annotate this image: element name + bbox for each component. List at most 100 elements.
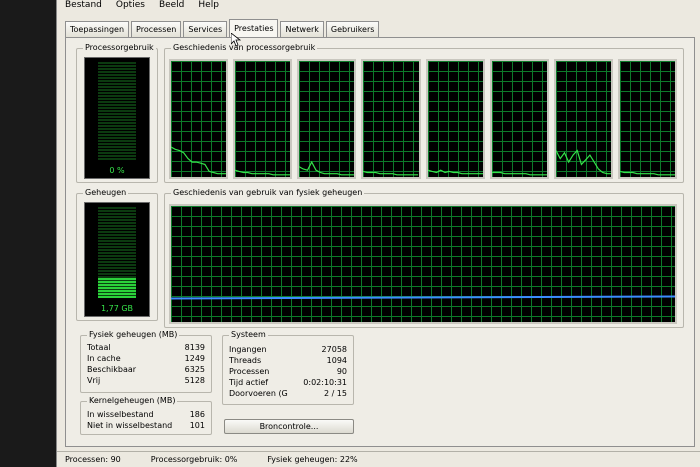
cpu-core-line [235, 169, 291, 176]
menu-beeld[interactable]: Beeld [159, 0, 184, 12]
cpu-core-line [171, 146, 227, 175]
row-value: 27058 [321, 345, 347, 354]
status-cpu: Processorgebruik: 0% [150, 455, 238, 464]
row-value: 2 / 15 [323, 389, 347, 398]
performance-panel: Processorgebruik 0 % Geschiedenis van pr… [65, 37, 695, 447]
cpu-usage-value: 0 % [109, 166, 125, 175]
cpu-core-line [491, 171, 547, 176]
row-label: Totaal [87, 343, 111, 352]
cpu-core-trace [619, 170, 675, 176]
cpu-core-graph [361, 59, 421, 179]
resource-monitor-button[interactable]: Broncontrole... [224, 419, 354, 434]
menu-bestand[interactable]: Bestand [65, 0, 102, 12]
row-value: 8139 [184, 343, 205, 352]
row-label: Vrij [87, 376, 101, 385]
cpu-core-graph [233, 59, 293, 179]
row-label: Doorvoeren (G [229, 389, 288, 398]
cpu-meter-bars [98, 62, 136, 160]
mouse-cursor-icon [231, 33, 241, 47]
physical-memory-row-total: Totaal 8139 [87, 343, 205, 353]
row-value: 5128 [184, 376, 205, 385]
row-value: 1094 [326, 356, 347, 365]
memory-group: Geheugen 1,77 GB [76, 188, 158, 321]
row-label: Ingangen [229, 345, 267, 354]
row-label: In wisselbestand [87, 410, 154, 419]
system-row-processes: Processen 90 [229, 367, 347, 377]
row-value: 90 [336, 367, 347, 376]
cpu-usage-meter: 0 % [84, 57, 150, 179]
cpu-core-trace [491, 171, 547, 176]
tab-processen[interactable]: Processen [131, 21, 182, 37]
system-row-handles: Ingangen 27058 [229, 345, 347, 355]
memory-history-group: Geschiedenis van gebruik van fysiek gehe… [164, 188, 684, 328]
memory-meter: 1,77 GB [84, 202, 150, 317]
tab-gebruikers[interactable]: Gebruikers [325, 21, 380, 37]
physical-memory-row-cache: In cache 1249 [87, 354, 205, 364]
physical-memory-row-available: Beschikbaar 6325 [87, 365, 205, 375]
tab-toepassingen[interactable]: Toepassingen [65, 21, 130, 37]
menu-bar: Bestand Opties Beeld Help [57, 0, 700, 12]
kernel-memory-row-paged: In wisselbestand 186 [87, 410, 205, 420]
system-group: Systeem Ingangen 27058 Threads 1094 Proc… [222, 330, 354, 405]
kernel-memory-row-nonpaged: Niet in wisselbestand 101 [87, 421, 205, 431]
cpu-core-trace [171, 146, 227, 175]
memory-value: 1,77 GB [100, 304, 134, 313]
kernel-memory-group: Kernelgeheugen (MB) In wisselbestand 186… [80, 396, 212, 435]
status-processes: Processen: 90 [65, 455, 121, 464]
row-value: 186 [189, 410, 205, 419]
system-title: Systeem [229, 330, 268, 340]
kernel-memory-title: Kernelgeheugen (MB) [87, 396, 178, 406]
cpu-core-trace [363, 170, 419, 176]
cpu-history-group: Geschiedenis van processorgebruik [164, 43, 684, 183]
row-value: 6325 [184, 365, 205, 374]
row-value: 1249 [184, 354, 205, 363]
row-value: 101 [189, 421, 205, 430]
row-label: Tijd actief [229, 378, 269, 387]
status-memory: Fysiek geheugen: 22% [267, 455, 358, 464]
cpu-core-graph [425, 59, 485, 179]
cpu-history-title: Geschiedenis van processorgebruik [171, 43, 318, 53]
menu-opties[interactable]: Opties [116, 0, 145, 12]
row-value: 0:02:10:31 [303, 378, 347, 387]
status-bar: Processen: 90 Processorgebruik: 0% Fysie… [57, 451, 700, 467]
cpu-core-line [555, 149, 611, 175]
memory-meter-bars [98, 207, 136, 298]
memory-title: Geheugen [83, 188, 129, 198]
cpu-core-graph [489, 59, 549, 179]
cpu-usage-title: Processorgebruik [83, 43, 156, 53]
tab-netwerk[interactable]: Netwerk [280, 21, 324, 37]
task-manager-window: Bestand Opties Beeld Help Toepassingen P… [56, 0, 700, 467]
memory-history-line [171, 295, 675, 300]
system-row-commit: Doorvoeren (G 2 / 15 [229, 389, 347, 399]
cpu-core-trace [427, 169, 483, 175]
memory-history-title: Geschiedenis van gebruik van fysiek gehe… [171, 188, 365, 198]
row-label: In cache [87, 354, 121, 363]
physical-memory-title: Fysiek geheugen (MB) [87, 330, 180, 340]
system-row-uptime: Tijd actief 0:02:10:31 [229, 378, 347, 388]
physical-memory-group: Fysiek geheugen (MB) Totaal 8139 In cach… [80, 330, 212, 393]
cpu-core-line [299, 160, 355, 176]
cpu-core-line [427, 169, 483, 175]
row-label: Threads [229, 356, 262, 365]
row-label: Processen [229, 367, 270, 376]
memory-history-graph [169, 204, 677, 324]
tab-services[interactable]: Services [183, 21, 228, 37]
cpu-core-graph [553, 59, 613, 179]
row-label: Niet in wisselbestand [87, 421, 173, 430]
cpu-core-trace [235, 169, 291, 176]
cpu-core-line [619, 170, 675, 176]
cpu-core-graph [169, 59, 229, 179]
cpu-core-trace [299, 160, 355, 176]
cpu-core-graph [297, 59, 357, 179]
memory-meter-fill [98, 277, 136, 298]
memory-usage-trace [171, 295, 675, 300]
menu-help[interactable]: Help [198, 0, 219, 12]
cpu-usage-group: Processorgebruik 0 % [76, 43, 158, 183]
system-row-threads: Threads 1094 [229, 356, 347, 366]
row-label: Beschikbaar [87, 365, 137, 374]
cpu-core-trace [555, 149, 611, 175]
tab-strip: Toepassingen Processen Services Prestati… [65, 19, 380, 37]
cpu-core-graph [617, 59, 677, 179]
physical-memory-row-free: Vrij 5128 [87, 376, 205, 386]
cpu-core-line [363, 170, 419, 176]
